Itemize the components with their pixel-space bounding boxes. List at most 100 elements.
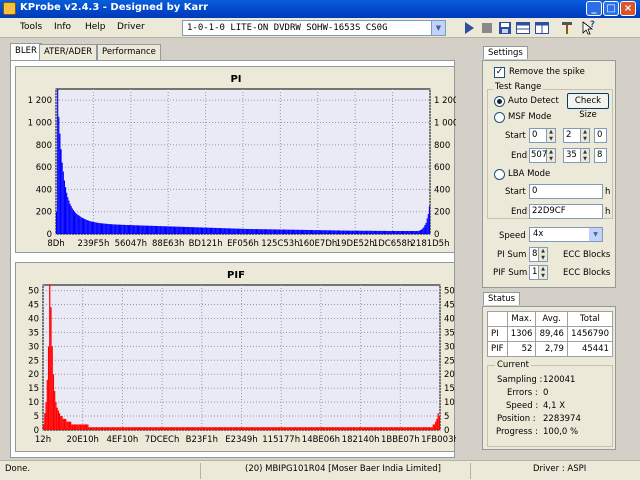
maximize-button[interactable]: □: [603, 1, 619, 16]
spinner-icon[interactable]: ▲ ▼: [547, 148, 556, 163]
data-bar: [331, 427, 334, 430]
data-bar: [168, 226, 170, 234]
data-bar: [330, 427, 332, 430]
data-bar: [114, 427, 116, 430]
data-bar: [287, 229, 289, 234]
data-bar: [233, 228, 235, 234]
data-bar: [290, 229, 292, 234]
tab-settings[interactable]: Settings: [483, 46, 528, 59]
table-header: Total: [566, 311, 614, 327]
data-bar: [105, 427, 107, 430]
remove-spike-label: Remove the spike: [509, 67, 585, 77]
data-bar: [146, 225, 149, 234]
msf-mode-radio[interactable]: [494, 112, 505, 123]
spinner-icon[interactable]: ▲ ▼: [581, 148, 590, 163]
data-bar: [146, 427, 148, 430]
data-bar: [334, 427, 336, 430]
lba-mode-radio[interactable]: [494, 169, 505, 180]
data-bar: [213, 427, 216, 430]
spinner-icon[interactable]: ▲ ▼: [539, 247, 548, 262]
msf-end-min[interactable]: 507: [529, 148, 547, 163]
data-bar: [210, 427, 212, 430]
close-button[interactable]: ×: [620, 1, 636, 16]
tab-performance[interactable]: Performance: [97, 44, 161, 60]
speed-select[interactable]: 4x ▼: [529, 227, 603, 242]
lba-start-field[interactable]: 0: [529, 184, 603, 199]
msf-end-frame[interactable]: 8: [594, 148, 607, 163]
drive-select[interactable]: 1-0-1-0 LITE-ON DVDRW SOHW-1653S CS0G ▼: [182, 20, 446, 36]
data-bar: [436, 418, 438, 430]
data-bar: [409, 427, 411, 430]
layout-icon[interactable]: [515, 20, 531, 36]
data-bar: [272, 229, 274, 234]
remove-spike-checkbox[interactable]: ✓: [494, 67, 505, 78]
menu-help[interactable]: Help: [85, 22, 106, 32]
table-header: Avg.: [535, 311, 568, 327]
data-bar: [162, 427, 164, 430]
data-bar: [314, 427, 316, 430]
data-bar: [217, 227, 219, 234]
data-bar: [363, 427, 366, 430]
y-tick-label-right: 600: [434, 163, 450, 173]
check-size-button[interactable]: Check Size: [567, 93, 609, 120]
data-bar: [392, 427, 394, 430]
data-bar: [417, 427, 420, 430]
data-bar: [342, 427, 345, 430]
data-bar: [44, 413, 46, 430]
spinner-icon[interactable]: ▲ ▼: [547, 128, 556, 143]
data-bar: [197, 227, 199, 234]
data-bar: [64, 187, 67, 234]
pi-sum-field[interactable]: 8: [529, 247, 539, 262]
data-bar: [89, 221, 91, 234]
msf-start-sec[interactable]: 2: [563, 128, 581, 143]
tools-icon[interactable]: [559, 20, 575, 36]
menu-driver[interactable]: Driver: [117, 22, 145, 32]
data-bar: [426, 427, 428, 430]
tab-ater-ader[interactable]: ATER/ADER: [39, 44, 98, 60]
data-bar: [237, 427, 239, 430]
data-bar: [115, 427, 117, 430]
data-bar: [344, 427, 346, 430]
play-icon[interactable]: [461, 20, 477, 36]
data-bar: [347, 427, 350, 430]
data-bar: [377, 427, 379, 430]
msf-start-frame[interactable]: 0: [594, 128, 607, 143]
window-title: KProbe v2.4.3 - Designed by Karr: [20, 2, 209, 13]
msf-end-sec[interactable]: 35: [563, 148, 581, 163]
spinner-icon[interactable]: ▲ ▼: [581, 128, 590, 143]
data-bar: [66, 192, 68, 234]
test-range-label: Test Range: [493, 82, 544, 92]
menu-tools[interactable]: Tools: [20, 22, 42, 32]
window-icon[interactable]: [534, 20, 550, 36]
tab-bler[interactable]: BLER: [10, 43, 42, 61]
status-divider: [200, 463, 201, 479]
data-bar: [173, 226, 176, 234]
data-bar: [199, 227, 201, 234]
help-icon[interactable]: ?: [580, 20, 596, 36]
save-icon[interactable]: [497, 20, 513, 36]
data-bar: [88, 427, 90, 430]
menu-info[interactable]: Info: [54, 22, 71, 32]
data-bar: [84, 218, 86, 234]
msf-start-min[interactable]: 0: [529, 128, 547, 143]
auto-detect-radio[interactable]: [494, 96, 505, 107]
app-icon: [3, 2, 16, 15]
data-bar: [348, 230, 350, 234]
stop-icon[interactable]: [479, 20, 495, 36]
data-bar: [127, 427, 130, 430]
data-bar: [215, 427, 217, 430]
data-bar: [73, 424, 75, 430]
lba-end-field[interactable]: 22D9CF: [529, 204, 603, 219]
data-bar: [78, 215, 80, 234]
data-bar: [132, 427, 134, 430]
data-bar: [235, 427, 238, 430]
pif-total: 45441: [566, 341, 614, 357]
y-tick-label-right: 40: [444, 314, 455, 324]
data-bar: [312, 229, 314, 234]
minimize-button[interactable]: _: [586, 1, 602, 16]
data-bar: [103, 223, 105, 234]
tab-status[interactable]: Status: [483, 292, 521, 305]
pif-sum-field[interactable]: 1: [529, 265, 539, 280]
data-bar: [111, 427, 114, 430]
spinner-icon[interactable]: ▲ ▼: [539, 265, 548, 280]
